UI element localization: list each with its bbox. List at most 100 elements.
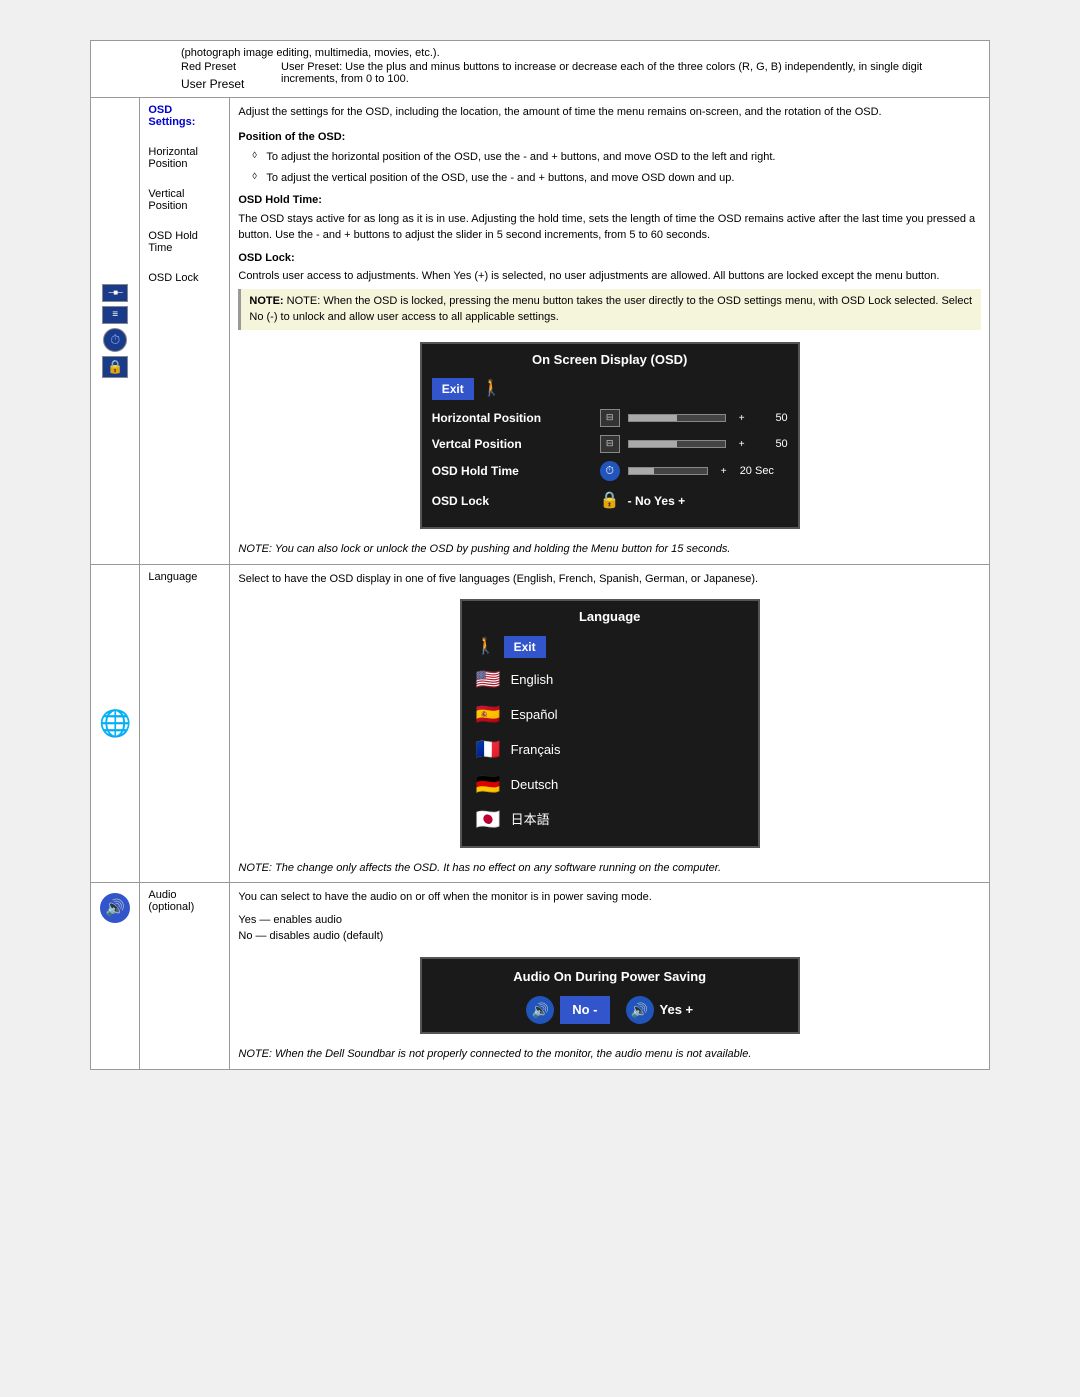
user-preset-label: User Preset [181,77,261,91]
osd-exit-row: Exit 🚶 [432,377,788,401]
osd-display-title: On Screen Display (OSD) [432,350,788,370]
osd-lock-label: OSD Lock [432,492,592,510]
lang-item-japanese: 🇯🇵 日本語 [476,805,744,835]
horizontal-position-label: Horizontal Position [148,146,221,170]
audio-label-cell: Audio (optional) [140,883,230,1070]
osd-hold-slider[interactable] [628,467,708,475]
hold-time-header: OSD Hold Time: [238,194,322,206]
lock-icon: 🔒 [102,356,128,378]
flag-es: 🇪🇸 [476,700,501,730]
osd-settings-label: OSD Settings: [148,104,221,128]
lang-exit-row: 🚶 Exit [476,635,744,659]
audio-content: You can select to have the audio on or o… [230,883,990,1070]
osd-hold-time-label-side: OSD Hold Time [148,230,221,254]
flag-jp: 🇯🇵 [476,805,501,835]
osd-vertical-icon: ⊟ [600,435,620,453]
osd-horizontal-value: 50 [758,410,788,427]
osd-lock-icon: 🔒 [600,489,620,513]
lang-display-title: Language [476,607,744,627]
lang-item-deutsch: 🇩🇪 Deutsch [476,770,744,800]
language-icon-cell: 🌐 [91,564,140,883]
audio-speaker-icon: 🔊 [100,893,130,923]
vertical-bullet-list: To adjust the vertical position of the O… [254,170,981,187]
language-intro: Select to have the OSD display in one of… [238,571,981,588]
vertical-position-label: Vertical Position [148,188,221,212]
audio-yes-icon: 🔊 [626,996,654,1024]
osd-lock-label-side: OSD Lock [148,272,221,284]
audio-yes-btn[interactable]: Yes + [660,1000,694,1020]
lock-header: OSD Lock: [238,252,294,264]
audio-options-row: 🔊 No - 🔊 Yes + [436,996,784,1024]
horizontal-bullet-list: To adjust the horizontal position of the… [254,149,981,166]
position-header: Position of the OSD: [238,131,345,143]
osd-hold-value: 20 Sec [740,463,774,480]
globe-icon: 🌐 [99,708,131,739]
audio-no-btn[interactable]: No - [560,996,609,1024]
flag-fr: 🇫🇷 [476,735,501,765]
osd-bottom-note: NOTE: You can also lock or unlock the OS… [238,541,981,558]
flag-de: 🇩🇪 [476,770,501,800]
audio-no-option: 🔊 No - [526,996,609,1024]
osd-settings-intro: Adjust the settings for the OSD, includi… [238,104,981,121]
main-table: (photograph image editing, multimedia, m… [90,40,990,1070]
lang-deutsch: Deutsch [511,775,559,795]
audio-no-icon: 🔊 [526,996,554,1024]
audio-row: 🔊 Audio (optional) You can select to hav… [91,883,990,1070]
osd-lock-row: OSD Lock 🔒 - No Yes + [432,489,788,513]
osd-vertical-label: Vertcal Position [432,435,592,453]
lang-exit-icon: 🚶 [476,635,496,659]
top-note-text: (photograph image editing, multimedia, m… [181,47,979,59]
audio-no-desc: No — disables audio (default) [238,928,981,945]
page-container: (photograph image editing, multimedia, m… [90,40,990,1070]
osd-exit-btn[interactable]: Exit [432,378,474,400]
vertical-desc: To adjust the vertical position of the O… [254,170,981,187]
osd-clock-icon: ⏱ [600,461,620,481]
language-label-cell: Language [140,564,230,883]
lang-espanol: Español [511,705,558,725]
osd-horizontal-slider[interactable] [628,414,726,422]
lang-exit-btn[interactable]: Exit [504,636,546,658]
osd-v-plus: + [734,437,750,452]
osd-display-box: On Screen Display (OSD) Exit 🚶 Horizonta… [420,342,800,530]
lock-note: NOTE: NOTE: When the OSD is locked, pres… [238,289,981,330]
audio-display-title: Audio On During Power Saving [436,967,784,987]
osd-vertical-row: Vertcal Position ⊟ + 50 [432,435,788,453]
top-note-row: (photograph image editing, multimedia, m… [91,41,990,98]
audio-icon-cell: 🔊 [91,883,140,1070]
osd-settings-label-cell: OSD Settings: Horizontal Position Vertic… [140,98,230,565]
vertical-pos-icon: ≡ [102,306,128,324]
osd-horizontal-label: Horizontal Position [432,409,592,427]
osd-h-plus: + [734,411,750,426]
osd-lock-options: - No Yes + [628,492,685,510]
flag-us: 🇺🇸 [476,665,501,695]
osd-settings-row: ─■─ ≡ ⏱ 🔒 OSD Settings: Horizontal Posit… [91,98,990,565]
osd-icon-stack: ─■─ ≡ ⏱ 🔒 [99,280,131,382]
language-row: 🌐 Language Select to have the OSD displa… [91,564,990,883]
lang-japanese: 日本語 [511,810,550,830]
osd-hold-time-row: OSD Hold Time ⏱ + 20 Sec [432,461,788,481]
lang-display-box: Language 🚶 Exit 🇺🇸 English 🇪🇸 Español [460,599,760,848]
lock-note-text: NOTE: When the OSD is locked, pressing t… [249,295,972,324]
osd-horizontal-row: Horizontal Position ⊟ + 50 [432,409,788,427]
audio-display-box: Audio On During Power Saving 🔊 No - 🔊 [420,957,800,1035]
language-bottom-note: NOTE: The change only affects the OSD. I… [238,860,981,877]
audio-intro: You can select to have the audio on or o… [238,889,981,906]
horizontal-desc: To adjust the horizontal position of the… [254,149,981,166]
osd-settings-content: Adjust the settings for the OSD, includi… [230,98,990,565]
audio-yes-option: 🔊 Yes + [626,996,694,1024]
lang-item-english: 🇺🇸 English [476,665,744,695]
horizontal-pos-icon: ─■─ [102,284,128,302]
audio-yes-desc: Yes — enables audio [238,912,981,929]
exit-icon: 🚶 [482,377,502,401]
lang-item-francais: 🇫🇷 Français [476,735,744,765]
osd-vertical-slider[interactable] [628,440,726,448]
osd-hold-label: OSD Hold Time [432,462,592,480]
hold-time-icon: ⏱ [103,328,127,352]
language-content: Select to have the OSD display in one of… [230,564,990,883]
lang-english: English [511,670,554,690]
language-label: Language [148,571,221,583]
lock-desc: Controls user access to adjustments. Whe… [238,268,981,285]
hold-time-desc: The OSD stays active for as long as it i… [238,211,981,244]
osd-hold-plus: + [716,464,732,479]
osd-horizontal-icon: ⊟ [600,409,620,427]
